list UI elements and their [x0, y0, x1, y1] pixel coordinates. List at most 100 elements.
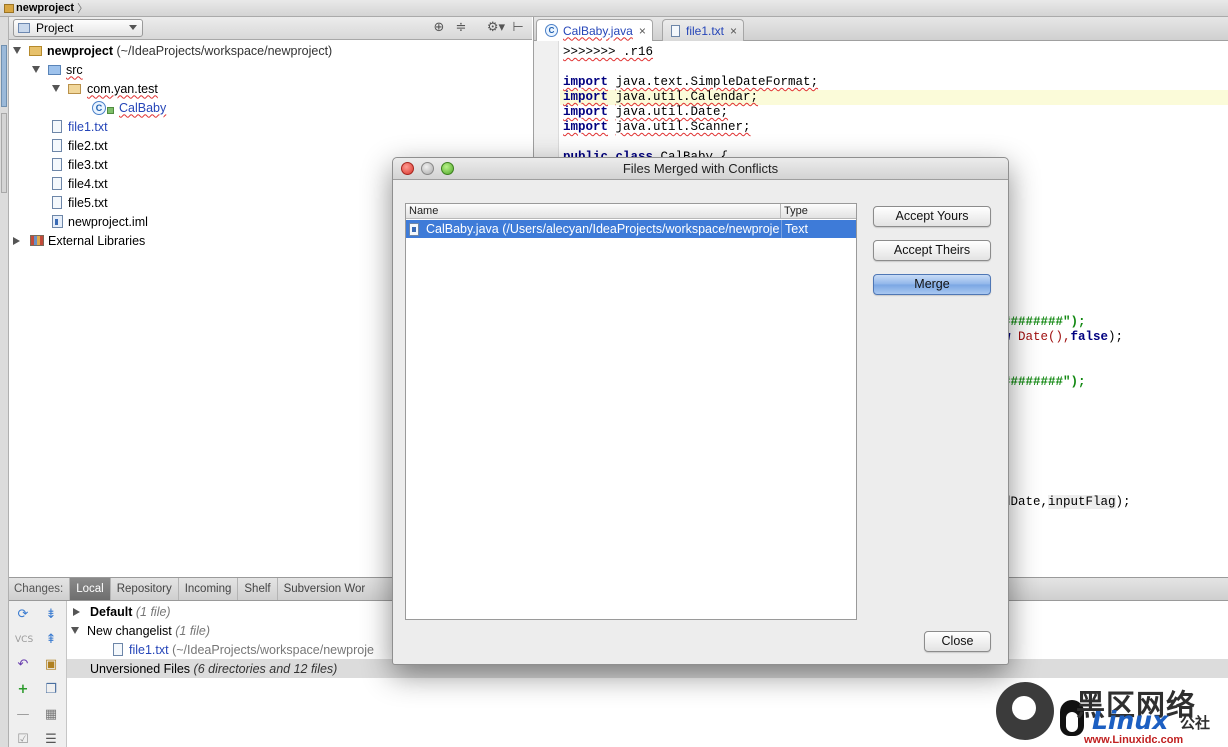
watermark-linux: Linux	[1092, 706, 1169, 735]
text-file-icon	[52, 177, 62, 190]
package-label: com.yan.test	[87, 81, 158, 96]
collapse-arrow-icon[interactable]	[73, 607, 80, 616]
code-line: import java.util.Date;	[563, 105, 729, 119]
tab-incoming[interactable]: Incoming	[177, 578, 238, 600]
structure-tool-tab[interactable]	[1, 113, 7, 193]
changed-file-path: (~/IdeaProjects/workspace/newproje	[172, 642, 374, 657]
accept-yours-button[interactable]: Accept Yours	[873, 206, 991, 227]
expand-arrow-icon[interactable]	[71, 627, 79, 634]
vcs-icon[interactable]: VCS	[15, 632, 33, 648]
rollback-icon[interactable]: ↶	[15, 657, 31, 673]
minimize-window-icon[interactable]	[421, 162, 434, 175]
chevron-down-icon	[129, 25, 137, 30]
gear-icon[interactable]: ⚙▾	[484, 21, 508, 35]
source-folder-icon	[48, 64, 61, 75]
changelist-default[interactable]: Default (1 file)	[73, 602, 171, 621]
changed-file-row[interactable]: file1.txt (~/IdeaProjects/workspace/newp…	[113, 640, 374, 659]
breadcrumb-chevron-icon: 〉	[77, 3, 89, 15]
changelist-new[interactable]: New changelist (1 file)	[71, 621, 210, 640]
locate-icon[interactable]: ⊕	[432, 21, 446, 35]
changelist-name: New changelist	[87, 623, 172, 638]
expand-arrow-icon[interactable]	[52, 85, 60, 92]
close-icon[interactable]: ×	[730, 24, 737, 38]
tab-file1-txt[interactable]: file1.txt ×	[662, 19, 745, 41]
tab-calbaby-java[interactable]: C CalBaby.java ×	[536, 19, 653, 41]
class-label: CalBaby	[119, 100, 167, 115]
tree-node-class[interactable]: C CalBaby	[92, 98, 166, 117]
tab-shelf[interactable]: Shelf	[237, 578, 276, 600]
tree-node-root[interactable]: newproject (~/IdeaProjects/workspace/new…	[13, 41, 332, 60]
module-folder-icon	[29, 45, 42, 56]
conflict-files-table: Name Type CalBaby.java (/Users/alecyan/I…	[405, 203, 857, 620]
text-file-icon	[113, 643, 123, 656]
file-label: file4.txt	[68, 176, 108, 191]
accept-theirs-button[interactable]: Accept Theirs	[873, 240, 991, 261]
code-line: >>>>>>> .r16	[563, 45, 654, 59]
close-window-icon[interactable]	[401, 162, 414, 175]
changes-toolbar: ⟳ ⇟ VCS ⇞ ↶ ▣ + ❐ — ▦ ☑ ☰	[9, 601, 67, 747]
tree-node-external-libraries[interactable]: External Libraries	[13, 231, 145, 250]
tree-node-file[interactable]: file5.txt	[52, 193, 108, 212]
left-tool-strip	[0, 17, 9, 747]
tree-node-file[interactable]: file1.txt	[52, 117, 108, 136]
text-file-icon	[52, 196, 62, 209]
tab-repository[interactable]: Repository	[109, 578, 178, 600]
external-libraries-label: External Libraries	[48, 233, 146, 248]
watermark-url: www.Linuxidc.com	[1084, 734, 1184, 746]
site-watermark: 黑区网络 Linux 公社 www.Linuxidc.com	[996, 680, 1228, 747]
hide-panel-icon[interactable]: ⊢	[511, 21, 525, 35]
tree-node-package[interactable]: com.yan.test	[52, 79, 158, 98]
file-label: file3.txt	[68, 157, 108, 172]
group-by-icon[interactable]: ▣	[43, 657, 59, 673]
table-row[interactable]: CalBaby.java (/Users/alecyan/IdeaProject…	[406, 220, 856, 238]
refresh-icon[interactable]: ⟳	[15, 607, 31, 623]
merge-button[interactable]: Merge	[873, 274, 991, 295]
collapse-all-icon[interactable]: ≑	[454, 21, 468, 35]
project-view-label: Project	[36, 21, 74, 35]
tree-node-file[interactable]: file2.txt	[52, 136, 108, 155]
list-icon[interactable]: ☰	[43, 732, 59, 747]
module-file-icon	[52, 215, 63, 228]
code-line: import java.util.Calendar;	[563, 90, 759, 104]
collapse-arrow-icon[interactable]	[13, 236, 20, 245]
expand-all-icon[interactable]: ⇟	[43, 607, 59, 623]
zoom-window-icon[interactable]	[441, 162, 454, 175]
text-file-icon	[52, 158, 62, 171]
expand-arrow-icon[interactable]	[32, 66, 40, 73]
unversioned-label: Unversioned Files	[90, 661, 191, 676]
project-view-selector[interactable]: Project	[13, 19, 143, 37]
watermark-logo-icon	[996, 682, 1054, 740]
breadcrumb-project[interactable]: newproject	[16, 2, 74, 14]
close-icon[interactable]: ×	[639, 24, 646, 38]
close-button[interactable]: Close	[924, 631, 991, 652]
cell-name: CalBaby.java (/Users/alecyan/IdeaProject…	[409, 220, 779, 238]
dialog-title: Files Merged with Conflicts	[622, 161, 779, 176]
add-icon[interactable]: +	[15, 682, 31, 698]
tree-node-file[interactable]: file3.txt	[52, 155, 108, 174]
changed-file-name: file1.txt	[129, 642, 169, 657]
project-tool-tab[interactable]	[1, 45, 7, 107]
column-header-name[interactable]: Name	[406, 204, 781, 219]
code-line: dDate,inputFlag);	[1003, 495, 1131, 509]
tree-node-iml[interactable]: newproject.iml	[52, 212, 148, 231]
tab-subversion-working-copies[interactable]: Subversion Wor	[276, 578, 372, 600]
editor-tab-bar: C CalBaby.java × file1.txt ×	[533, 17, 1228, 41]
collapse-all-icon[interactable]: ⇞	[43, 632, 59, 648]
expand-arrow-icon[interactable]	[13, 47, 21, 54]
tree-node-src[interactable]: src	[32, 60, 83, 79]
file-label: file2.txt	[68, 138, 108, 153]
copy-icon[interactable]: ❐	[43, 682, 59, 698]
column-header-type[interactable]: Type	[781, 204, 856, 219]
tree-node-file[interactable]: file4.txt	[52, 174, 108, 193]
cell-type: Text	[781, 220, 856, 238]
remove-icon[interactable]: —	[15, 707, 31, 723]
text-file-icon	[671, 24, 680, 37]
shelve-icon[interactable]: ▦	[43, 707, 59, 723]
tab-local[interactable]: Local	[69, 578, 110, 600]
code-line: w Date(),false);	[1003, 330, 1124, 344]
files-merged-dialog: Files Merged with Conflicts Name Type Ca…	[392, 157, 1009, 665]
java-file-icon	[409, 222, 419, 236]
checkbox-icon[interactable]: ☑	[15, 732, 31, 747]
changelist-name: Default	[90, 604, 133, 619]
watermark-gong: 公社	[1180, 714, 1211, 732]
